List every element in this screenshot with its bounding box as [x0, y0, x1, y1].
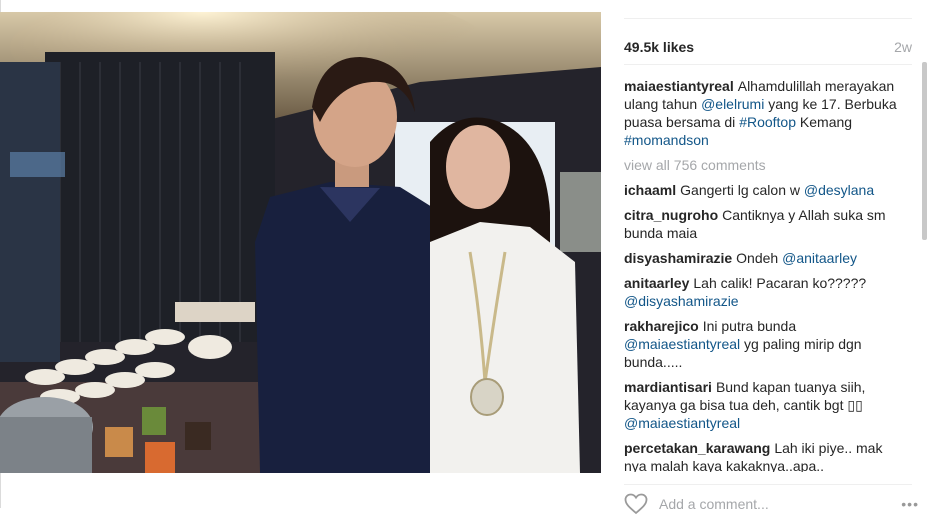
view-all-comments-link[interactable]: view all 756 comments: [624, 156, 900, 174]
comments-scrollbar[interactable]: [922, 62, 927, 472]
heart-icon[interactable]: [624, 493, 648, 515]
add-comment-input[interactable]: Add a comment...: [659, 496, 901, 512]
likes-row: 49.5k likes 2w: [624, 38, 912, 56]
scrollbar-thumb[interactable]: [922, 62, 927, 240]
comment-item: anitaarley Lah calik! Pacaran ko????? @di…: [624, 274, 900, 310]
photo-illustration: [0, 12, 601, 473]
comment-username[interactable]: citra_nugroho: [624, 207, 718, 223]
comment-item: citra_nugroho Cantiknya y Allah suka sm b…: [624, 206, 900, 242]
likes-count[interactable]: 49.5k likes: [624, 39, 694, 55]
comment-text: Gangerti lg calon w: [680, 182, 804, 198]
mention-link[interactable]: #momandson: [624, 132, 709, 148]
mention-link[interactable]: #Rooftop: [739, 114, 796, 130]
comment-username[interactable]: mardiantisari: [624, 379, 712, 395]
comment-text: Lah calik! Pacaran ko?????: [693, 275, 867, 291]
mention-link[interactable]: @desylana: [804, 182, 874, 198]
comment-item: rakharejico Ini putra bunda @maiaestianty…: [624, 317, 900, 371]
comment-username[interactable]: anitaarley: [624, 275, 689, 291]
mention-link[interactable]: @disyashamirazie: [624, 293, 739, 309]
comment-username[interactable]: maiaestiantyreal: [624, 78, 734, 94]
comment-item: percetakan_karawang Lah iki piye.. mak ny…: [624, 439, 900, 472]
post-age[interactable]: 2w: [894, 39, 912, 55]
comment-username[interactable]: rakharejico: [624, 318, 699, 334]
post-photo[interactable]: [0, 12, 601, 473]
mention-link[interactable]: @elelrumi: [701, 96, 764, 112]
comment-item: mardiantisari Bund kapan tuanya siih, kay…: [624, 378, 900, 432]
mention-link[interactable]: @maiaestiantyreal: [624, 415, 740, 431]
likes-divider: [624, 64, 912, 65]
comment-username[interactable]: percetakan_karawang: [624, 440, 770, 456]
comment-item: disyashamirazie Ondeh @anitaarley: [624, 249, 900, 267]
header-divider: [624, 18, 912, 19]
post-caption: maiaestiantyreal Alhamdulillah merayakan …: [624, 77, 900, 149]
more-options-icon[interactable]: •••: [901, 496, 919, 512]
mention-link[interactable]: @maiaestiantyreal: [624, 336, 740, 352]
comment-username[interactable]: ichaaml: [624, 182, 676, 198]
comment-text: Ini putra bunda: [702, 318, 797, 334]
comments-list[interactable]: maiaestiantyreal Alhamdulillah merayakan …: [624, 77, 900, 472]
comment-divider: [624, 484, 912, 485]
comment-item: ichaaml Gangerti lg calon w @desylana: [624, 181, 900, 199]
comment-username[interactable]: disyashamirazie: [624, 250, 732, 266]
mention-link[interactable]: @anitaarley: [782, 250, 857, 266]
comment-text: Kemang: [796, 114, 853, 130]
post-info-panel: 49.5k likes 2w maiaestiantyreal Alhamduli…: [624, 0, 912, 508]
comment-text: Ondeh: [736, 250, 783, 266]
add-comment-row: Add a comment... •••: [624, 493, 919, 515]
